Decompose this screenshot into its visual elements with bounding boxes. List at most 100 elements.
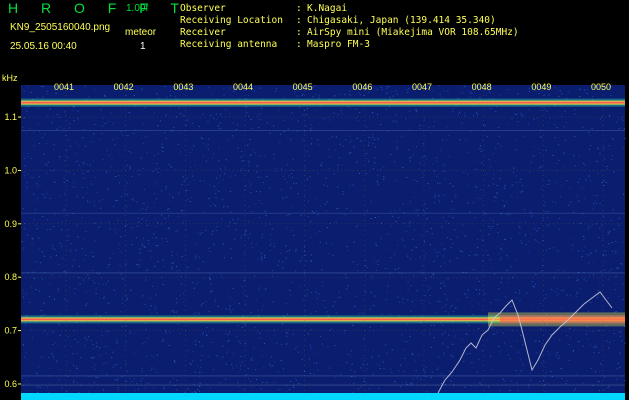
noise-dot — [430, 325, 432, 327]
noise-dot — [292, 182, 295, 184]
noise-dot — [74, 330, 76, 332]
noise-dot — [525, 235, 527, 237]
noise-dot — [171, 251, 173, 253]
noise-dot — [73, 381, 75, 383]
noise-dot — [141, 243, 144, 245]
noise-dot — [555, 355, 557, 357]
noise-dot — [319, 123, 321, 124]
noise-dot — [223, 94, 225, 96]
noise-dot — [220, 128, 222, 130]
noise-dot — [484, 293, 486, 295]
noise-dot — [208, 356, 210, 358]
noise-dot — [151, 367, 153, 369]
noise-dot — [557, 293, 560, 295]
noise-dot — [115, 176, 117, 177]
noise-dot — [72, 364, 75, 366]
noise-dot — [394, 253, 396, 255]
noise-dot — [42, 86, 44, 88]
noise-dot — [78, 392, 80, 393]
noise-dot — [548, 180, 550, 182]
noise-dot — [137, 264, 139, 266]
noise-dot — [442, 354, 445, 356]
noise-dot — [554, 137, 556, 139]
noise-dot — [529, 171, 531, 173]
noise-dot — [250, 312, 252, 314]
noise-dot — [259, 118, 261, 120]
noise-dot — [515, 369, 517, 371]
noise-dot — [63, 160, 66, 161]
noise-dot — [259, 337, 261, 339]
noise-dot — [155, 294, 157, 296]
noise-dot — [499, 178, 501, 179]
noise-dot — [499, 390, 501, 392]
noise-dot — [506, 201, 508, 203]
noise-dot — [556, 294, 558, 296]
noise-dot — [93, 133, 95, 135]
noise-dot — [363, 312, 365, 314]
noise-dot — [310, 260, 312, 262]
noise-dot — [165, 332, 167, 334]
noise-dot — [224, 257, 226, 259]
noise-dot — [93, 142, 95, 144]
noise-dot — [507, 213, 509, 215]
noise-dot — [24, 175, 26, 177]
noise-dot — [106, 150, 108, 152]
noise-dot — [605, 261, 607, 263]
noise-dot — [206, 334, 208, 336]
noise-dot — [534, 283, 536, 285]
noise-dot — [213, 153, 215, 155]
noise-dot — [255, 244, 257, 246]
noise-dot — [493, 196, 496, 198]
noise-dot — [58, 264, 60, 266]
noise-dot — [582, 250, 584, 252]
noise-dot — [332, 254, 334, 256]
noise-dot — [135, 237, 137, 239]
noise-dot — [402, 135, 404, 137]
noise-dot — [63, 193, 66, 195]
noise-dot — [78, 164, 80, 166]
noise-dot — [76, 312, 79, 314]
noise-dot — [539, 167, 541, 169]
noise-dot — [216, 355, 218, 357]
noise-dot — [211, 233, 213, 235]
noise-dot — [354, 370, 356, 372]
noise-dot — [456, 299, 459, 301]
noise-dot — [173, 126, 175, 128]
noise-dot — [218, 146, 220, 148]
noise-dot — [230, 248, 232, 250]
noise-dot — [259, 155, 261, 157]
noise-dot — [499, 351, 501, 353]
noise-dot — [76, 353, 78, 355]
noise-dot — [101, 125, 104, 127]
noise-dot — [122, 326, 124, 328]
noise-dot — [151, 236, 154, 238]
noise-dot — [78, 277, 80, 278]
noise-dot — [76, 196, 78, 198]
noise-dot — [239, 342, 241, 344]
noise-dot — [319, 241, 321, 243]
noise-dot — [98, 200, 101, 202]
noise-dot — [31, 329, 33, 331]
noise-dot — [103, 363, 105, 365]
noise-dot — [410, 284, 412, 286]
noise-dot — [241, 167, 243, 169]
noise-dot — [528, 109, 530, 111]
noise-dot — [98, 138, 100, 140]
noise-dot — [555, 170, 557, 172]
noise-dot — [347, 250, 349, 251]
noise-dot — [325, 242, 327, 244]
noise-dot — [249, 155, 251, 157]
noise-dot — [24, 324, 26, 326]
noise-dot — [131, 381, 133, 383]
noise-dot — [35, 261, 37, 262]
noise-dot — [356, 263, 358, 265]
noise-dot — [59, 335, 61, 337]
noise-dot — [415, 247, 417, 248]
noise-dot — [349, 135, 351, 137]
noise-dot — [233, 238, 236, 240]
noise-dot — [524, 234, 526, 236]
noise-dot — [584, 246, 586, 248]
noise-dot — [87, 376, 89, 378]
noise-dot — [419, 128, 421, 129]
noise-dot — [592, 274, 595, 276]
